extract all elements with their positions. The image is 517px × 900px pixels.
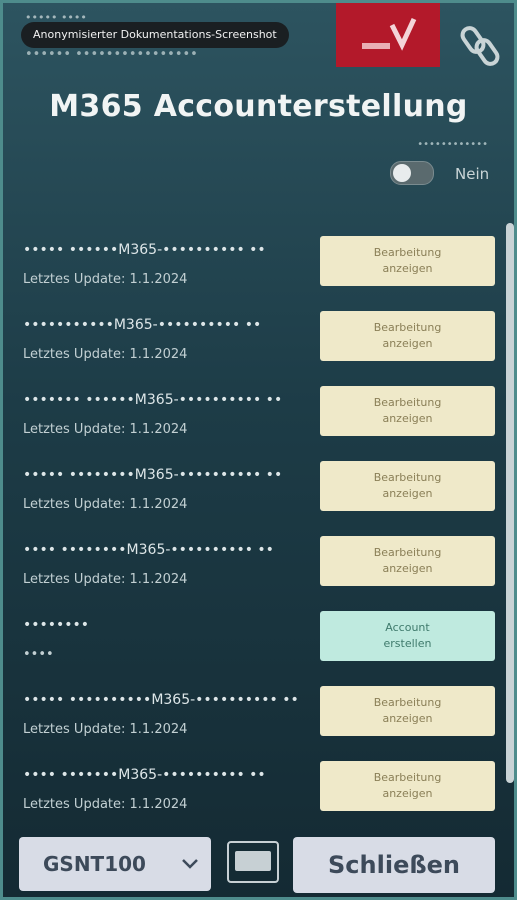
list-item: ••••••• ••••••M365-•••••••••• •• Letztes… bbox=[3, 378, 503, 453]
item-name: •••••••••••M365-•••••••••• •• bbox=[23, 317, 262, 333]
item-meta: Letztes Update: 1.1.2024 bbox=[23, 572, 188, 587]
show-processing-button[interactable]: Bearbeitung anzeigen bbox=[320, 311, 495, 361]
link-icon[interactable] bbox=[458, 13, 504, 73]
screenshot-badge: Anonymisierter Dokumentations-Screenshot bbox=[21, 22, 289, 48]
item-meta: Letztes Update: 1.1.2024 bbox=[23, 722, 188, 737]
toggle-state: Nein bbox=[455, 165, 490, 183]
page-title: M365 Accounterstellung bbox=[49, 89, 468, 124]
app-subtitle: •••••• •••••••••••••••• bbox=[25, 47, 198, 62]
create-account-button[interactable]: Account erstellen bbox=[320, 611, 495, 661]
toggle-label: •••••••••••• bbox=[417, 139, 488, 150]
show-processing-button[interactable]: Bearbeitung anzeigen bbox=[320, 236, 495, 286]
bottom-bar: GSNT100 Schließen bbox=[3, 831, 514, 897]
item-name: ••••• ••••••••••M365-•••••••••• •• bbox=[23, 692, 299, 708]
show-processing-button[interactable]: Bearbeitung anzeigen bbox=[320, 461, 495, 511]
keyboard-keys bbox=[235, 851, 271, 871]
item-name: ••••• ••••••••M365-•••••••••• •• bbox=[23, 467, 283, 483]
list-item: •••• •••••••M365-•••••••••• •• Letztes U… bbox=[3, 753, 503, 828]
list-item: •••••••• •••• Account erstellen bbox=[3, 603, 503, 678]
list-item: ••••• ••••••••M365-•••••••••• •• Letztes… bbox=[3, 453, 503, 528]
item-meta: Letztes Update: 1.1.2024 bbox=[23, 347, 188, 362]
item-name: ••••••• ••••••M365-•••••••••• •• bbox=[23, 392, 283, 408]
show-processing-button[interactable]: Bearbeitung anzeigen bbox=[320, 536, 495, 586]
show-processing-button[interactable]: Bearbeitung anzeigen bbox=[320, 386, 495, 436]
logo-icon bbox=[336, 3, 440, 67]
item-name: •••••••• bbox=[23, 617, 90, 633]
item-meta: Letztes Update: 1.1.2024 bbox=[23, 497, 188, 512]
item-name: ••••• ••••••M365-•••••••••• •• bbox=[23, 242, 266, 258]
list-item: ••••• ••••••••••M365-•••••••••• •• Letzt… bbox=[3, 678, 503, 753]
item-name: •••• ••••••••M365-•••••••••• •• bbox=[23, 542, 274, 558]
site-select[interactable]: GSNT100 bbox=[19, 837, 211, 891]
item-meta: Letztes Update: 1.1.2024 bbox=[23, 422, 188, 437]
chevron-down-icon bbox=[182, 859, 198, 869]
toggle-knob bbox=[393, 164, 411, 182]
show-processing-button[interactable]: Bearbeitung anzeigen bbox=[320, 761, 495, 811]
list-item: ••••• ••••••M365-•••••••••• •• Letztes U… bbox=[3, 228, 503, 303]
scrollbar[interactable] bbox=[504, 213, 516, 823]
show-processing-button[interactable]: Bearbeitung anzeigen bbox=[320, 686, 495, 736]
filter-toggle[interactable] bbox=[390, 161, 434, 185]
close-button[interactable]: Schließen bbox=[293, 837, 495, 893]
list-item: •••• ••••••••M365-•••••••••• •• Letztes … bbox=[3, 528, 503, 603]
item-meta: Letztes Update: 1.1.2024 bbox=[23, 797, 188, 812]
item-meta: Letztes Update: 1.1.2024 bbox=[23, 272, 188, 287]
scrollbar-thumb[interactable] bbox=[506, 223, 514, 783]
item-meta: •••• bbox=[23, 647, 54, 662]
site-select-value: GSNT100 bbox=[43, 852, 146, 876]
logo-mark bbox=[362, 17, 417, 51]
item-name: •••• •••••••M365-•••••••••• •• bbox=[23, 767, 266, 783]
keyboard-icon[interactable] bbox=[227, 841, 279, 883]
list-item: •••••••••••M365-•••••••••• •• Letztes Up… bbox=[3, 303, 503, 378]
